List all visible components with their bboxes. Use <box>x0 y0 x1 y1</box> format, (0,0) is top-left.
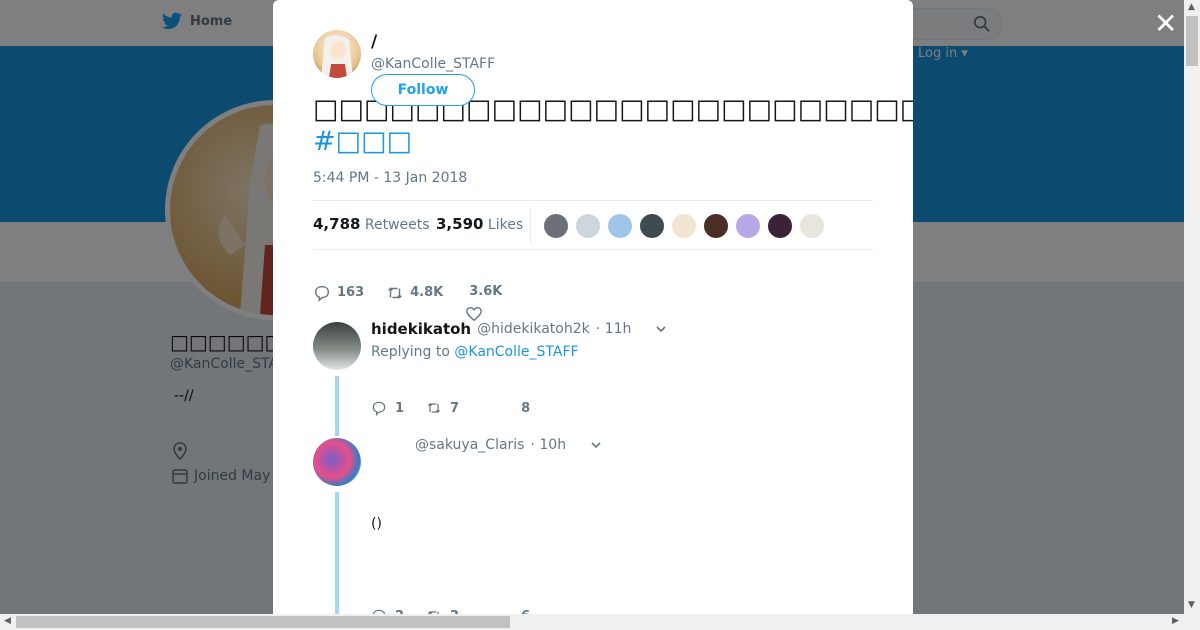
likes-label: Likes <box>487 217 524 233</box>
retweets-stat[interactable]: 4,788 Retweets <box>313 215 430 233</box>
reply-time[interactable]: · 10h <box>530 437 566 453</box>
reply-reply-count: 1 <box>395 400 405 416</box>
reply-retweet-action[interactable]: 7 <box>426 400 459 416</box>
replying-to: Replying to @KanColle_STAFF <box>371 344 579 360</box>
reply-author-handle[interactable]: @sakuya_Claris <box>415 437 524 453</box>
liker-avatar[interactable] <box>639 213 665 239</box>
reply-icon <box>314 285 330 302</box>
liker-avatar[interactable] <box>543 213 569 239</box>
vertical-scrollbar-thumb[interactable] <box>1186 16 1198 66</box>
liker-avatar[interactable] <box>767 213 793 239</box>
hashtag-link[interactable]: #□□□ <box>313 126 913 158</box>
reply-header: @sakuya_Claris · 10h <box>409 437 602 453</box>
scroll-down-arrow[interactable]: ▼ <box>1188 600 1195 610</box>
close-icon[interactable]: ✕ <box>1154 10 1177 38</box>
reply-like-count: 8 <box>521 400 531 416</box>
reply-author-name[interactable]: hidekikatoh <box>371 320 471 338</box>
scroll-left-arrow[interactable]: ◀ <box>4 616 11 626</box>
liker-avatar[interactable] <box>575 213 601 239</box>
reply-avatar[interactable] <box>313 438 361 486</box>
reply-item[interactable]: hidekikatoh @hidekikatoh2k · 11h Replyin… <box>313 320 873 436</box>
reply-action[interactable]: 163 <box>313 284 364 302</box>
reply-avatar[interactable] <box>313 322 361 370</box>
retweets-label: Retweets <box>364 217 430 233</box>
liker-avatar[interactable] <box>703 213 729 239</box>
reply-header: hidekikatoh @hidekikatoh2k · 11h <box>371 320 667 338</box>
scroll-up-arrow[interactable]: ▲ <box>1188 2 1195 12</box>
liker-avatars <box>543 213 825 239</box>
reply-author-handle[interactable]: @hidekikatoh2k <box>477 321 590 337</box>
reply-text: () <box>371 516 382 532</box>
reply-item[interactable]: @sakuya_Claris · 10h () 2 2 6 <box>313 437 873 614</box>
reply-actions: 1 7 8 <box>371 400 552 416</box>
replying-to-handle[interactable]: @KanColle_STAFF <box>454 344 578 360</box>
retweet-icon <box>388 286 402 299</box>
horizontal-scrollbar-thumb[interactable] <box>16 616 510 628</box>
retweet-count: 4.8K <box>410 285 444 300</box>
author-handle[interactable]: @KanColle_STAFF <box>371 56 495 72</box>
like-action[interactable]: 3.6K <box>465 284 502 323</box>
tweet-actions: 163 4.8K 3.6K <box>313 262 524 323</box>
thread-line <box>335 492 339 614</box>
liker-avatar[interactable] <box>735 213 761 239</box>
liker-avatar[interactable] <box>799 213 825 239</box>
like-count: 3.6K <box>469 284 503 299</box>
retweets-count: 4,788 <box>313 215 361 233</box>
reply-like-action[interactable]: 8 <box>521 401 530 416</box>
reply-time[interactable]: · 11h <box>596 321 632 337</box>
tweet-stats: 4,788 Retweets 3,590 Likes <box>313 200 873 250</box>
likes-stat[interactable]: 3,590 Likes <box>436 215 523 233</box>
reply-icon <box>372 401 386 416</box>
retweet-icon <box>427 403 441 413</box>
liker-avatar[interactable] <box>607 213 633 239</box>
stats-divider <box>530 207 531 243</box>
chevron-down-icon[interactable] <box>590 439 602 451</box>
scroll-right-arrow[interactable]: ▶ <box>1172 616 1179 626</box>
reply-count: 163 <box>337 285 365 300</box>
author-name[interactable]: / <box>371 32 377 52</box>
thread-line <box>335 376 339 436</box>
tweet-permalink-modal: / @KanColle_STAFF □□□□□□□□□□□□□□□□□□□□□□… <box>273 0 913 614</box>
likes-count: 3,590 <box>436 215 484 233</box>
reply-retweet-count: 7 <box>450 400 460 416</box>
reply-reply-action[interactable]: 1 <box>371 400 404 416</box>
retweet-action[interactable]: 4.8K <box>386 284 443 302</box>
liker-avatar[interactable] <box>671 213 697 239</box>
tweet-timestamp[interactable]: 5:44 PM - 13 Jan 2018 <box>313 170 467 186</box>
follow-button[interactable]: Follow <box>371 74 475 106</box>
author-avatar[interactable] <box>313 30 361 78</box>
vertical-scrollbar[interactable] <box>1184 0 1200 614</box>
chevron-down-icon[interactable] <box>655 323 667 335</box>
replying-to-prefix: Replying to <box>371 344 450 360</box>
